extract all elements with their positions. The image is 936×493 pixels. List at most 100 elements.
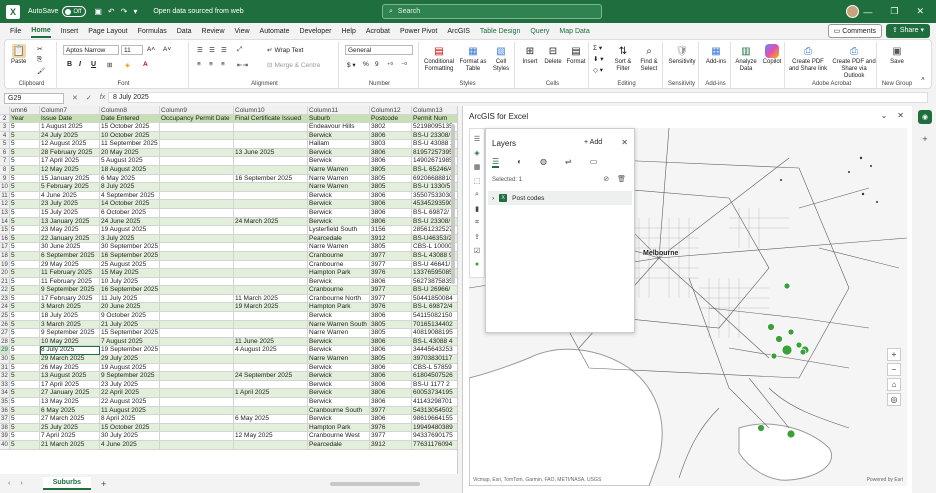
- esri-icon[interactable]: ●: [475, 261, 479, 268]
- bookmark-icon[interactable]: ⌗: [475, 219, 479, 227]
- final-certificate-cell[interactable]: 4 August 2025: [234, 346, 308, 356]
- italic-icon[interactable]: I: [79, 61, 81, 68]
- suburb-cell[interactable]: Narre Warren: [308, 165, 370, 175]
- year-cell[interactable]: 5: [10, 406, 40, 416]
- permit-number-cell[interactable]: 54115082150: [412, 312, 457, 321]
- final-certificate-cell[interactable]: [234, 320, 308, 330]
- issue-date-cell[interactable]: 13 May 2025: [40, 398, 100, 407]
- suburb-cell[interactable]: Berwick: [308, 337, 370, 347]
- final-certificate-cell[interactable]: [234, 243, 308, 252]
- issue-date-cell[interactable]: 8 July 2025: [40, 346, 100, 356]
- layer-item[interactable]: › X Post codes: [488, 191, 632, 205]
- occupancy-date-cell[interactable]: [160, 320, 234, 330]
- postcode-cell[interactable]: 3806: [370, 191, 412, 201]
- final-certificate-cell[interactable]: 24 September 2025: [234, 372, 308, 381]
- cancel-icon[interactable]: ✕: [72, 94, 78, 102]
- postcode-cell[interactable]: 3806: [370, 415, 412, 424]
- final-certificate-cell[interactable]: [234, 123, 308, 132]
- postcode-cell[interactable]: 3805: [370, 165, 412, 175]
- permit-number-cell[interactable]: 70165134402: [412, 320, 457, 330]
- row-header[interactable]: 27: [0, 329, 10, 338]
- share-map-icon[interactable]: ⇪: [474, 233, 480, 241]
- postcode-cell[interactable]: 3806: [370, 398, 412, 407]
- date-entered-cell[interactable]: 15 September 2025: [100, 329, 160, 338]
- cut-icon[interactable]: ✂: [37, 45, 42, 53]
- suburb-cell[interactable]: Berwick: [308, 208, 370, 218]
- issue-date-cell[interactable]: 29 May 2025: [40, 260, 100, 270]
- final-certificate-cell[interactable]: [234, 355, 308, 364]
- date-entered-cell[interactable]: 8 July 2025: [100, 183, 160, 192]
- clear-icon[interactable]: ◇ ▾: [593, 66, 603, 74]
- delete-cells-button[interactable]: ⊟ Delete: [542, 44, 564, 66]
- issue-date-cell[interactable]: 12 August 2025: [40, 140, 100, 149]
- occupancy-date-cell[interactable]: [160, 131, 234, 141]
- close-icon[interactable]: ✕: [916, 6, 924, 17]
- percent-icon[interactable]: %: [363, 61, 369, 68]
- date-entered-cell[interactable]: 22 April 2025: [100, 389, 160, 398]
- issue-date-cell[interactable]: 1 August 2025: [40, 123, 100, 132]
- tab-acrobat[interactable]: Acrobat: [366, 26, 390, 37]
- powered-by[interactable]: Powered by Esri: [867, 477, 903, 483]
- suburb-cell[interactable]: Lysterfield South: [308, 226, 370, 235]
- restore-icon[interactable]: ❐: [890, 6, 898, 17]
- date-entered-cell[interactable]: 30 September 2025: [100, 243, 160, 252]
- layer-style-tab-icon[interactable]: ◐: [517, 157, 522, 168]
- customize-icon[interactable]: ▾: [133, 7, 137, 16]
- suburb-cell[interactable]: Narre Warren South: [308, 320, 370, 330]
- postcode-cell[interactable]: 3977: [370, 294, 412, 304]
- final-certificate-cell[interactable]: [234, 200, 308, 209]
- occupancy-date-cell[interactable]: [160, 165, 234, 175]
- row-header[interactable]: 17: [0, 243, 10, 252]
- year-cell[interactable]: 5: [10, 140, 40, 149]
- copy-icon[interactable]: ⎘: [37, 56, 42, 64]
- occupancy-date-cell[interactable]: [160, 303, 234, 313]
- tab-power-pivot[interactable]: Power Pivot: [400, 26, 437, 37]
- postcode-cell[interactable]: 3156: [370, 226, 412, 235]
- tab-insert[interactable]: Insert: [61, 26, 79, 37]
- row-header[interactable]: 11: [0, 191, 10, 201]
- tab-map-data[interactable]: Map Data: [559, 26, 589, 37]
- borders-icon[interactable]: ⊞: [107, 61, 112, 69]
- suburb-cell[interactable]: Berwick: [308, 277, 370, 287]
- column-header[interactable]: Column11: [308, 106, 370, 115]
- date-entered-cell[interactable]: 14 October 2025: [100, 200, 160, 209]
- issue-date-cell[interactable]: 27 March 2025: [40, 415, 100, 424]
- suburb-cell[interactable]: Cranbourne: [308, 260, 370, 270]
- occupancy-date-cell[interactable]: [160, 380, 234, 390]
- vertical-scrollbar[interactable]: [451, 124, 455, 284]
- postcode-cell[interactable]: 3806: [370, 372, 412, 381]
- font-size-dropdown[interactable]: 11: [121, 45, 143, 55]
- table-header-cell[interactable]: Suburb: [308, 115, 370, 123]
- final-certificate-cell[interactable]: 11 March 2025: [234, 294, 308, 304]
- row-header[interactable]: 30: [0, 355, 10, 364]
- fill-color-icon[interactable]: ◈: [125, 61, 130, 69]
- date-entered-cell[interactable]: 25 August 2025: [100, 260, 160, 270]
- suburb-cell[interactable]: Berwick: [308, 380, 370, 390]
- permit-number-cell[interactable]: 60053734195: [412, 389, 457, 398]
- final-certificate-cell[interactable]: 24 March 2025: [234, 217, 308, 227]
- year-cell[interactable]: 5: [10, 123, 40, 132]
- date-entered-cell[interactable]: 16 September 2025: [100, 251, 160, 261]
- permit-number-cell[interactable]: 19949480389: [412, 423, 457, 433]
- suburb-cell[interactable]: Berwick: [308, 372, 370, 381]
- format-as-table-button[interactable]: ▦ Format as Table: [459, 44, 487, 73]
- issue-date-cell[interactable]: 27 January 2025: [40, 389, 100, 398]
- suburb-cell[interactable]: Berwick: [308, 363, 370, 373]
- occupancy-date-cell[interactable]: [160, 234, 234, 244]
- suburb-cell[interactable]: Berwick: [308, 415, 370, 424]
- infographic-icon[interactable]: ▮: [475, 205, 479, 213]
- row-header[interactable]: 33: [0, 380, 10, 390]
- year-cell[interactable]: 5: [10, 398, 40, 407]
- spreadsheet-grid[interactable]: umn6 Column7 Column8 Column9 Column10 Co…: [0, 106, 458, 474]
- issue-date-cell[interactable]: 3 March 2025: [40, 303, 100, 313]
- formula-input[interactable]: 8 July 2025: [108, 92, 928, 103]
- suburb-cell[interactable]: Narre Warren: [308, 355, 370, 364]
- final-certificate-cell[interactable]: [234, 191, 308, 201]
- year-cell[interactable]: 5: [10, 148, 40, 158]
- postcode-cell[interactable]: 3805: [370, 243, 412, 252]
- tab-data[interactable]: Data: [177, 26, 192, 37]
- row-header[interactable]: 20: [0, 269, 10, 278]
- occupancy-date-cell[interactable]: [160, 140, 234, 149]
- final-certificate-cell[interactable]: 16 September 2025: [234, 174, 308, 184]
- issue-date-cell[interactable]: 28 February 2025: [40, 148, 100, 158]
